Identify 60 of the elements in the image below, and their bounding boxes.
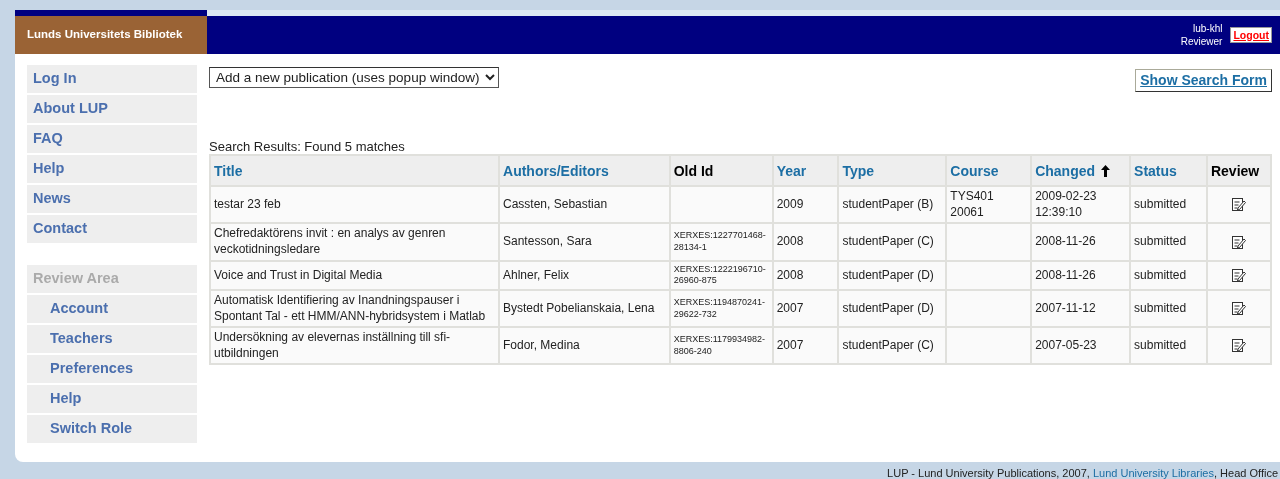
table-cell: Chefredaktörens invit : en analys av genren veckotidningsledare [210, 223, 499, 261]
user-name: lub-khl [1191, 22, 1223, 35]
table-cell: Ahlner, Felix [499, 260, 670, 291]
edit-document-icon[interactable] [1231, 197, 1247, 213]
table-cell: submitted [1130, 260, 1207, 291]
table-cell: 2007-05-23 [1031, 327, 1131, 365]
edit-document-icon[interactable] [1231, 301, 1247, 317]
table-cell: Santesson, Sara [499, 223, 670, 261]
user-role: Reviewer [1180, 35, 1223, 48]
table-cell: submitted [1130, 327, 1207, 365]
table-cell: 2008 [772, 223, 839, 261]
logout-button[interactable]: Logout [1230, 26, 1272, 44]
table-cell: studentPaper (C) [838, 223, 947, 261]
column-header[interactable]: Type [842, 162, 875, 179]
table-cell: submitted [1130, 290, 1207, 328]
add-publication-select[interactable]: Add a new publication (uses popup window) [209, 67, 499, 88]
column-header[interactable]: Title [214, 162, 243, 179]
table-cell: 2008 [772, 260, 839, 291]
sidebar-item[interactable]: FAQ [27, 125, 197, 153]
edit-document-icon[interactable] [1231, 338, 1247, 354]
table-cell: studentPaper (D) [838, 260, 947, 291]
column-header: Review [1210, 162, 1260, 179]
table-cell: 2007 [772, 327, 839, 365]
sidebar-item[interactable]: Log In [27, 65, 197, 93]
table-cell: Undersökning av elevernas inställning till sfi-utbildningen [210, 327, 499, 365]
edit-document-icon[interactable] [1231, 234, 1247, 250]
table-cell: 2008-11-26 [1031, 260, 1131, 291]
table-cell: testar 23 feb [210, 186, 499, 224]
table-cell: studentPaper (C) [838, 327, 947, 365]
table-cell: XERXES:1179934982-8806-240 [669, 327, 773, 365]
show-search-form-link[interactable]: Show Search Form [1135, 69, 1272, 92]
sidebar-heading: Review Area [27, 265, 197, 293]
sidebar-item[interactable]: About LUP [27, 95, 197, 123]
table-cell: Fodor, Medina [499, 327, 670, 365]
table-cell: submitted [1130, 186, 1207, 224]
table-cell: studentPaper (B) [838, 186, 947, 224]
table-cell: 2009-02-23 12:39:10 [1031, 186, 1131, 224]
results-summary: Search Results: Found 5 matches [209, 140, 406, 155]
table-cell: 2007-11-12 [1031, 290, 1131, 328]
footer-link[interactable]: Lund University Libraries [1092, 467, 1214, 479]
library-name: Lunds Universitets Bibliotek [15, 10, 207, 54]
table-cell: Bystedt Pobelianskaia, Lena [499, 290, 670, 328]
sidebar-item[interactable]: News [27, 185, 197, 213]
table-cell: studentPaper (D) [838, 290, 947, 328]
table-cell: TYS401 20061 [946, 186, 1032, 224]
table-cell: 2007 [772, 290, 839, 328]
sidebar-item[interactable]: Contact [27, 215, 197, 243]
sidebar-item[interactable]: Help [27, 155, 197, 183]
table-cell: XERXES:1222196710-26960-875 [669, 260, 773, 291]
footer-text: LUP - Lund University Publications, 2007, Lund University Libraries, Head Office [886, 468, 1279, 479]
table-cell: Cassten, Sebastian [499, 186, 670, 224]
table-cell: XERXES:1194870241-29622-732 [669, 290, 773, 328]
column-header: Old Id [673, 162, 714, 179]
table-cell: submitted [1130, 223, 1207, 261]
table-cell: 2008-11-26 [1031, 223, 1131, 261]
table-cell: 2009 [772, 186, 839, 224]
table-cell: Voice and Trust in Digital Media [210, 260, 499, 291]
edit-document-icon[interactable] [1231, 267, 1247, 283]
table-cell: XERXES:1227701468-28134-1 [669, 223, 773, 261]
table-cell: Automatisk Identifiering av Inandningspauser i Spontant Tal - ett HMM/ANN-hybridsystem i Matlab [210, 290, 499, 328]
